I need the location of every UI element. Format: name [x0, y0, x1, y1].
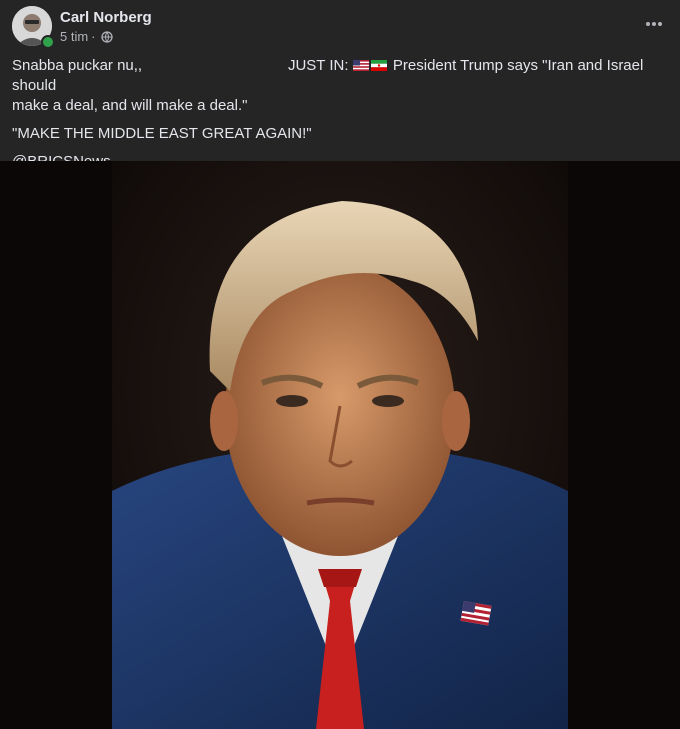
post-header: Carl Norberg 5 tim ·: [0, 0, 680, 50]
more-options-dot: [652, 22, 656, 26]
post-lead-text: Snabba puckar nu,,: [12, 57, 143, 74]
iran-flag-icon: [370, 60, 387, 71]
more-options-icon: [646, 22, 650, 26]
more-options-dot: [658, 22, 662, 26]
us-flag-icon: [352, 60, 369, 71]
meta-separator: ·: [91, 29, 96, 44]
just-in-label: JUST IN:: [287, 57, 349, 74]
post-quote: "MAKE THE MIDDLE EAST GREAT AGAIN!": [12, 125, 312, 142]
more-options-button[interactable]: [642, 12, 666, 36]
author-name[interactable]: Carl Norberg: [60, 9, 152, 26]
post-text-line-2: make a deal, and will make a deal.": [12, 97, 248, 114]
post-text-line-1: Snabba puckar nu,, JUST IN: President Tr…: [12, 56, 662, 96]
post-image[interactable]: [0, 161, 680, 729]
post-time[interactable]: 5 tim: [60, 29, 88, 44]
post-body: Snabba puckar nu,, JUST IN: President Tr…: [12, 56, 662, 172]
online-status-dot: [41, 35, 55, 49]
portrait-image: [112, 161, 568, 729]
globe-icon[interactable]: [100, 30, 113, 43]
post-meta: 5 tim ·: [60, 29, 113, 44]
